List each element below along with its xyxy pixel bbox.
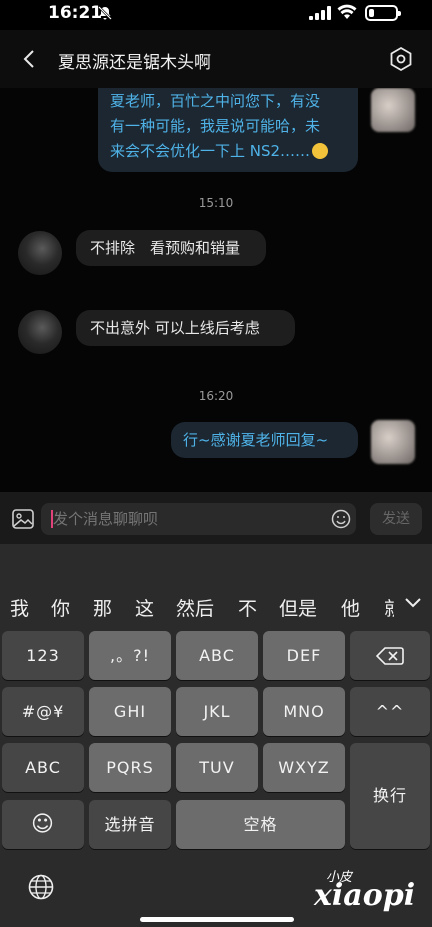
globe-icon[interactable] (28, 874, 54, 900)
message-bubble-incoming[interactable]: 不出意外 可以上线后考虑 (76, 310, 295, 346)
key-tuv[interactable]: TUV (176, 743, 258, 792)
message-bubble-outgoing[interactable]: 行~感谢夏老师回复~ (171, 422, 358, 458)
message-line: 有一种可能，我是说可能哈，未 (110, 117, 321, 135)
contact-avatar[interactable] (18, 310, 62, 354)
chevron-left-icon[interactable] (18, 46, 42, 72)
ime-keyboard: 我 你 那 这 然后 不 但是 他 就 123 ,。?! ABC DEF #@¥… (0, 544, 432, 927)
message-bubble-outgoing[interactable]: 夏老师，百忙之中问您下，有没 有一种可能，我是说可能哈，未 来会不会优化一下上 … (98, 88, 358, 172)
signal-icon (309, 6, 331, 20)
key-wxyz[interactable]: WXYZ (263, 743, 345, 792)
candidate-word[interactable]: 那 (93, 594, 112, 621)
key-abc[interactable]: ABC (176, 631, 258, 680)
candidate-word[interactable]: 你 (51, 594, 70, 621)
watermark-logo: xiaopi (314, 878, 416, 913)
candidate-word[interactable]: 但是 (279, 594, 317, 621)
backspace-key[interactable] (350, 631, 430, 680)
key-mno[interactable]: MNO (263, 687, 345, 736)
candidate-word[interactable]: 不 (238, 594, 257, 621)
wifi-icon (337, 4, 357, 19)
message-line-text: 来会不会优化一下上 NS2…… (110, 142, 311, 160)
message-input[interactable] (41, 503, 356, 535)
candidate-word[interactable]: 我 (10, 594, 29, 621)
key-english[interactable]: ABC (2, 743, 84, 792)
bell-off-icon (98, 6, 112, 20)
key-def[interactable]: DEF (263, 631, 345, 680)
candidate-word[interactable]: 他 (341, 594, 360, 621)
message-bubble-incoming[interactable]: 不排除 看预购和销量 (76, 230, 266, 266)
sweat-smile-emoji (312, 143, 329, 159)
key-symbols[interactable]: #@¥ (2, 687, 84, 736)
status-time: 16:21 (48, 3, 103, 23)
select-pinyin-key[interactable]: 选拼音 (89, 800, 171, 849)
message-line: 夏老师，百忙之中问您下，有没 (110, 92, 321, 110)
key-punctuation[interactable]: ,。?! (89, 631, 171, 680)
my-avatar[interactable] (371, 420, 415, 464)
my-avatar[interactable] (371, 88, 415, 132)
image-icon[interactable] (12, 509, 34, 529)
space-key[interactable]: 空格 (176, 800, 345, 849)
battery-icon (365, 5, 401, 21)
key-pqrs[interactable]: PQRS (89, 743, 171, 792)
candidate-word[interactable]: 然后 (176, 594, 214, 621)
home-indicator[interactable] (140, 917, 294, 922)
battery-level (369, 9, 374, 17)
candidate-word[interactable]: 这 (135, 594, 154, 621)
return-key[interactable]: 换行 (350, 743, 430, 849)
key-ghi[interactable]: GHI (89, 687, 171, 736)
key-jkl[interactable]: JKL (176, 687, 258, 736)
emoji-key[interactable]: ☺ (2, 800, 84, 849)
text-caret (51, 510, 53, 528)
status-bar: 16:21 (0, 0, 432, 30)
composer-bar: 发送 (0, 492, 432, 544)
candidate-word[interactable]: 就 (384, 594, 394, 621)
backspace-icon (375, 647, 404, 665)
contact-avatar[interactable] (18, 231, 62, 275)
key-123[interactable]: 123 (2, 631, 84, 680)
time-separator: 16:20 (198, 389, 234, 403)
candidate-bar: 我 你 那 这 然后 不 但是 他 就 (0, 580, 432, 624)
chat-header: 夏思源还是锯木头啊 (0, 30, 432, 88)
chat-title: 夏思源还是锯木头啊 (58, 53, 211, 73)
message-line: 来会不会优化一下上 NS2…… (110, 139, 346, 164)
emoji-smile-icon[interactable] (331, 509, 351, 529)
key-emoticon[interactable]: ^^ (350, 687, 430, 736)
chevron-down-icon[interactable] (403, 596, 423, 610)
time-separator: 15:10 (198, 196, 234, 210)
send-button[interactable]: 发送 (370, 503, 422, 535)
settings-hexagon-icon[interactable] (388, 46, 414, 72)
chat-area[interactable]: 夏老师，百忙之中问您下，有没 有一种可能，我是说可能哈，未 来会不会优化一下上 … (0, 88, 432, 492)
